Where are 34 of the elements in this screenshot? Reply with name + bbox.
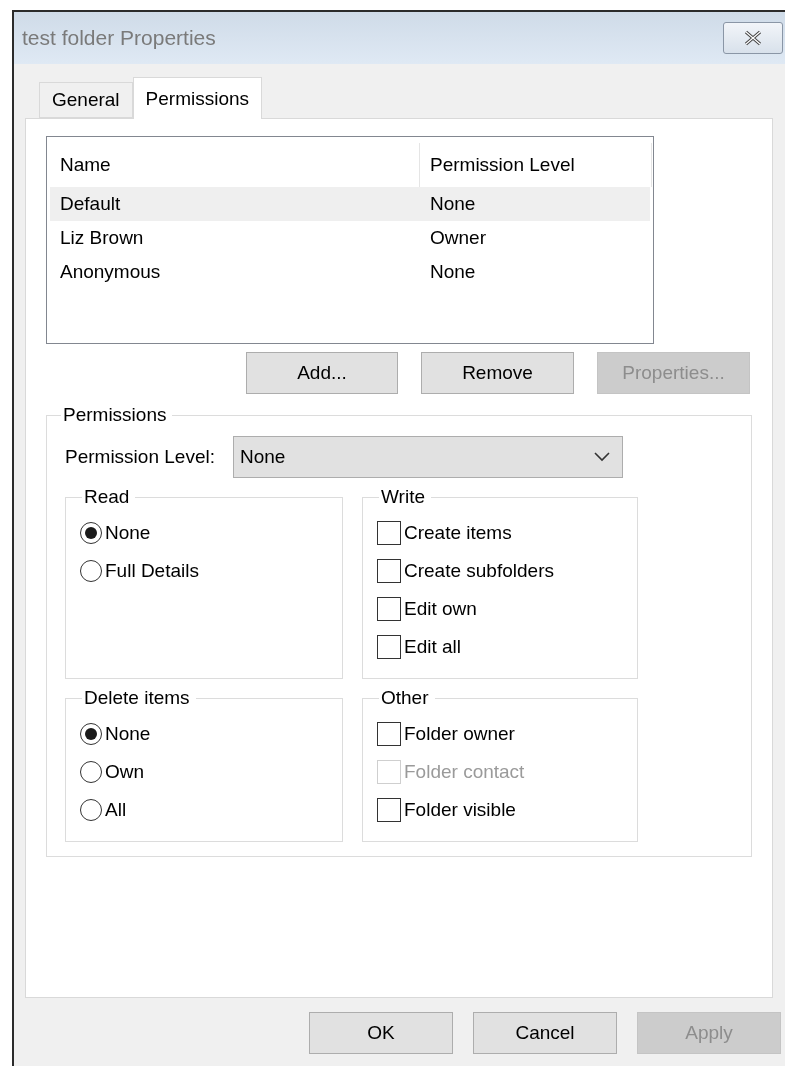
list-button[interactable]: Add... [246,352,398,394]
radio-option[interactable]: None [80,514,328,552]
permission-level-dropdown[interactable]: None [232,436,623,478]
radio-option[interactable]: None [80,715,328,753]
checkbox-option[interactable]: Folder visible [377,791,623,829]
group-title: Delete items [83,687,191,709]
group-title: Permissions [62,404,168,426]
list-cell-text: Owner [429,226,487,250]
list-button[interactable]: Remove [421,352,574,394]
list-cell-text: None [429,192,477,216]
radio-option[interactable]: Own [80,753,328,791]
group-title: Other [380,687,430,709]
list-cell-text: None [429,260,477,284]
list-cell-text: Anonymous [59,260,162,284]
checkbox-option[interactable]: Create items [377,514,623,552]
group-title: Read [83,486,131,508]
list-cell-text: Default [59,192,122,216]
dialog-button[interactable]: OK [309,1012,453,1054]
list-row[interactable]: Default None [50,187,650,221]
field-label: Permission Level: [65,446,215,468]
dialog-button[interactable]: Cancel [473,1012,617,1054]
checkbox-option[interactable]: Edit own [377,590,623,628]
checkbox-option[interactable]: Edit all [377,628,623,666]
checkbox-option[interactable]: Folder owner [377,715,623,753]
checkbox-option[interactable]: Create subfolders [377,552,623,590]
list-row[interactable]: Liz Brown Owner [50,221,650,255]
radio-option[interactable]: Full Details [80,552,328,590]
window-title: test folder Properties [22,26,216,50]
group-title: Write [380,486,426,508]
radio-option[interactable]: All [80,791,328,829]
tab[interactable]: General [39,82,133,118]
tab[interactable]: Permissions [132,77,263,119]
list-cell-text: Liz Brown [59,226,145,250]
list-row[interactable]: Anonymous None [50,255,650,289]
